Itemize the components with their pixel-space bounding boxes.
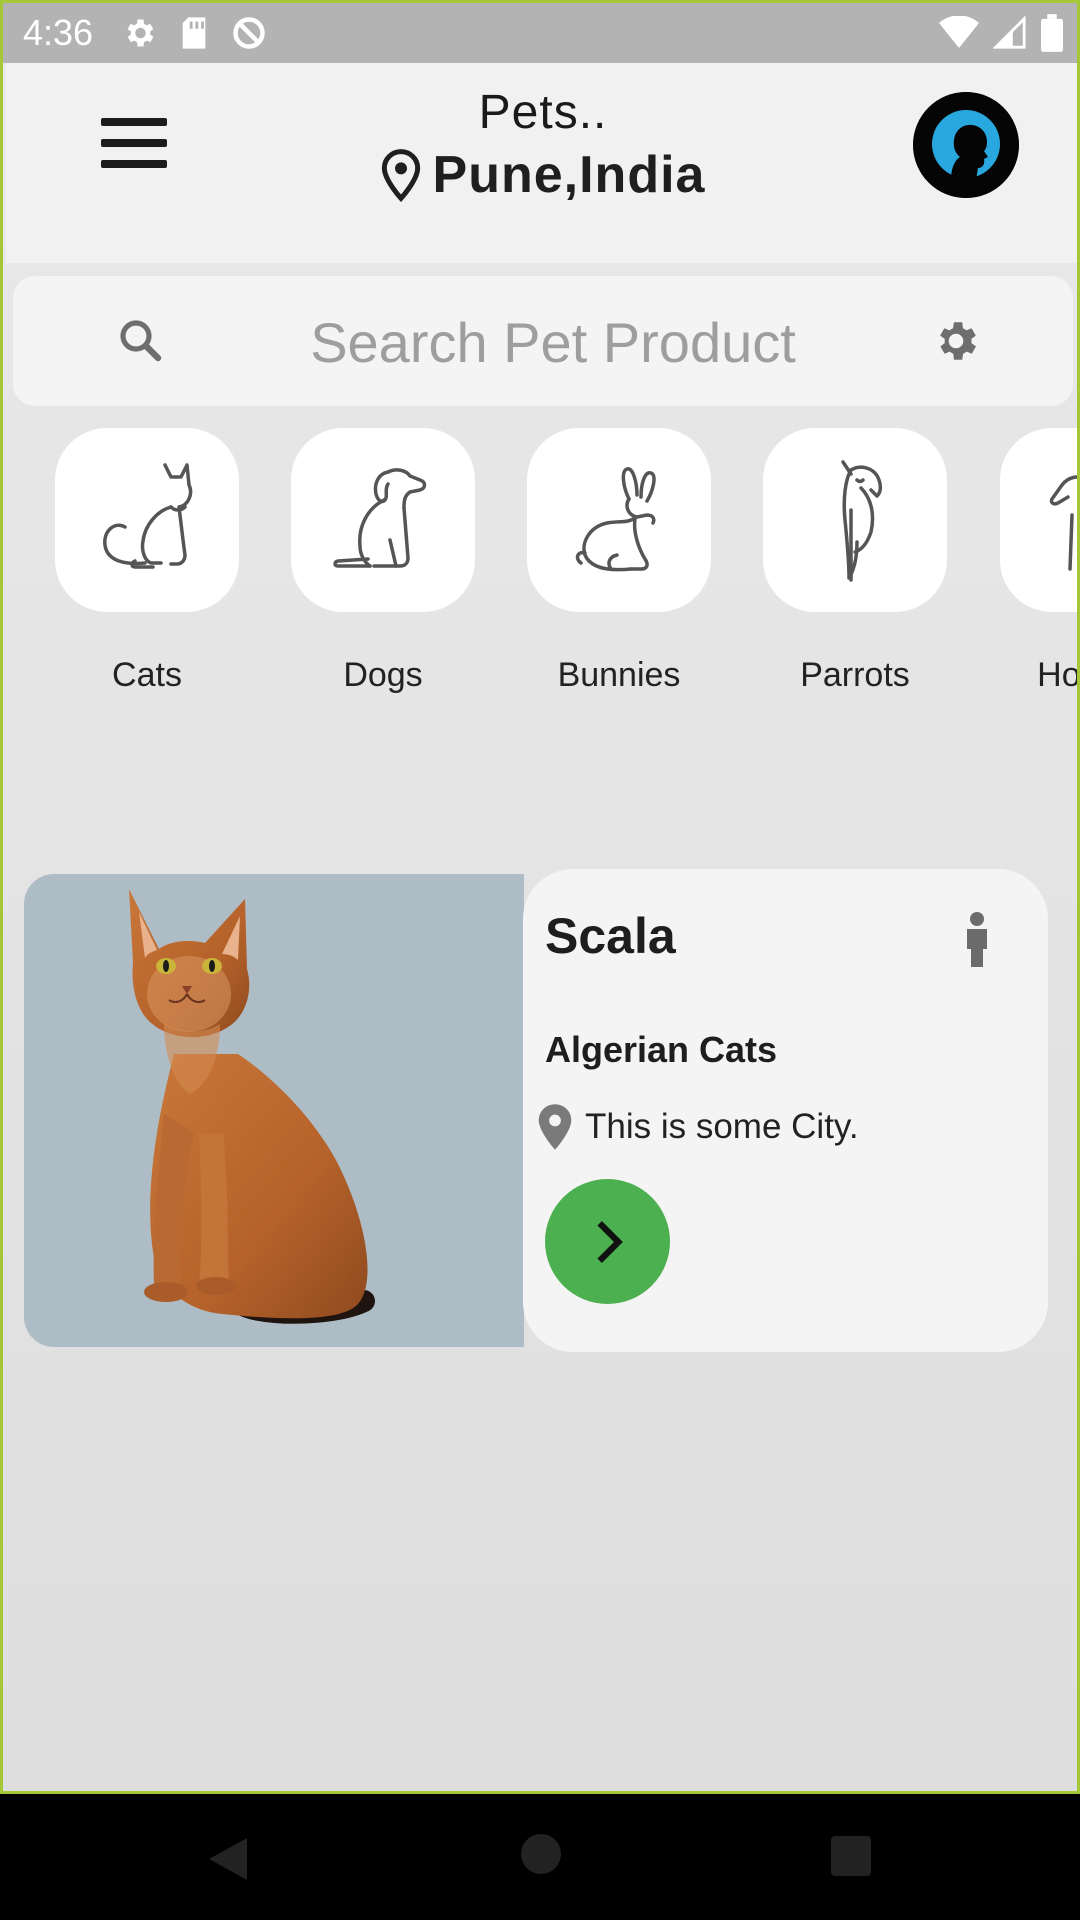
male-icon	[967, 912, 987, 967]
category-horses[interactable]: Horses	[996, 428, 1080, 695]
recents-icon[interactable]	[831, 1836, 871, 1876]
app-screen: 4:36 Pets.. Pune,India Search Pet Produc…	[0, 0, 1080, 1794]
profile-avatar-icon	[913, 92, 1019, 198]
chevron-right-icon	[596, 1220, 623, 1263]
search-bar	[13, 276, 1073, 406]
location-text: Pune,India	[432, 146, 706, 204]
data-saver-icon	[233, 17, 265, 49]
view-pet-button[interactable]	[545, 1179, 670, 1304]
cat-icon	[103, 463, 193, 569]
status-bar: 4:36	[3, 0, 1077, 63]
search-input[interactable]	[213, 302, 893, 382]
category-tile	[527, 428, 711, 612]
category-bunnies[interactable]: Bunnies	[524, 428, 714, 695]
pet-breed: Algerian Cats	[545, 1029, 778, 1070]
category-label: Bunnies	[557, 656, 681, 694]
status-icons-right	[939, 14, 1063, 52]
category-label: Horses	[1037, 656, 1080, 694]
pet-location: This is some City.	[535, 1101, 859, 1153]
bunny-icon	[575, 467, 656, 572]
app-header: Pets.. Pune,India	[6, 63, 1077, 263]
location-pin-icon	[538, 1104, 572, 1150]
category-parrots[interactable]: Parrots	[760, 428, 950, 695]
category-label: Parrots	[800, 656, 910, 694]
settings-icon[interactable]	[931, 316, 981, 366]
home-icon[interactable]	[521, 1834, 561, 1874]
pet-photo[interactable]	[24, 874, 524, 1347]
search-icon[interactable]	[116, 316, 164, 364]
category-tile	[763, 428, 947, 612]
pet-name: Scala	[545, 908, 676, 964]
category-tile	[1000, 428, 1077, 612]
category-dogs[interactable]: Dogs	[288, 428, 478, 695]
horse-icon	[1049, 475, 1077, 571]
battery-icon	[1041, 14, 1063, 52]
category-tile	[55, 428, 239, 612]
status-time: 4:36	[23, 12, 94, 53]
signal-icon	[993, 16, 1026, 49]
category-label: Dogs	[343, 656, 423, 694]
category-list: Cats Dogs Bunnies Parrots Ho	[3, 428, 1080, 718]
back-icon[interactable]	[207, 1836, 249, 1882]
category-label: Cats	[112, 656, 182, 694]
parrot-icon	[841, 460, 883, 582]
status-icons-left	[121, 15, 267, 51]
wifi-icon	[939, 16, 979, 48]
pet-info-card[interactable]: Scala Algerian Cats This is some City.	[523, 869, 1048, 1352]
category-cats[interactable]: Cats	[52, 428, 242, 695]
pet-location-text: This is some City.	[585, 1107, 859, 1146]
avatar[interactable]	[913, 92, 1019, 198]
sd-card-icon	[182, 17, 206, 49]
settings-icon	[127, 19, 154, 47]
location-pin-icon	[381, 149, 420, 202]
cat-photo-illustration	[129, 889, 375, 1324]
system-nav-bar	[0, 1794, 1080, 1920]
category-tile	[291, 428, 475, 612]
dog-icon	[333, 468, 427, 568]
